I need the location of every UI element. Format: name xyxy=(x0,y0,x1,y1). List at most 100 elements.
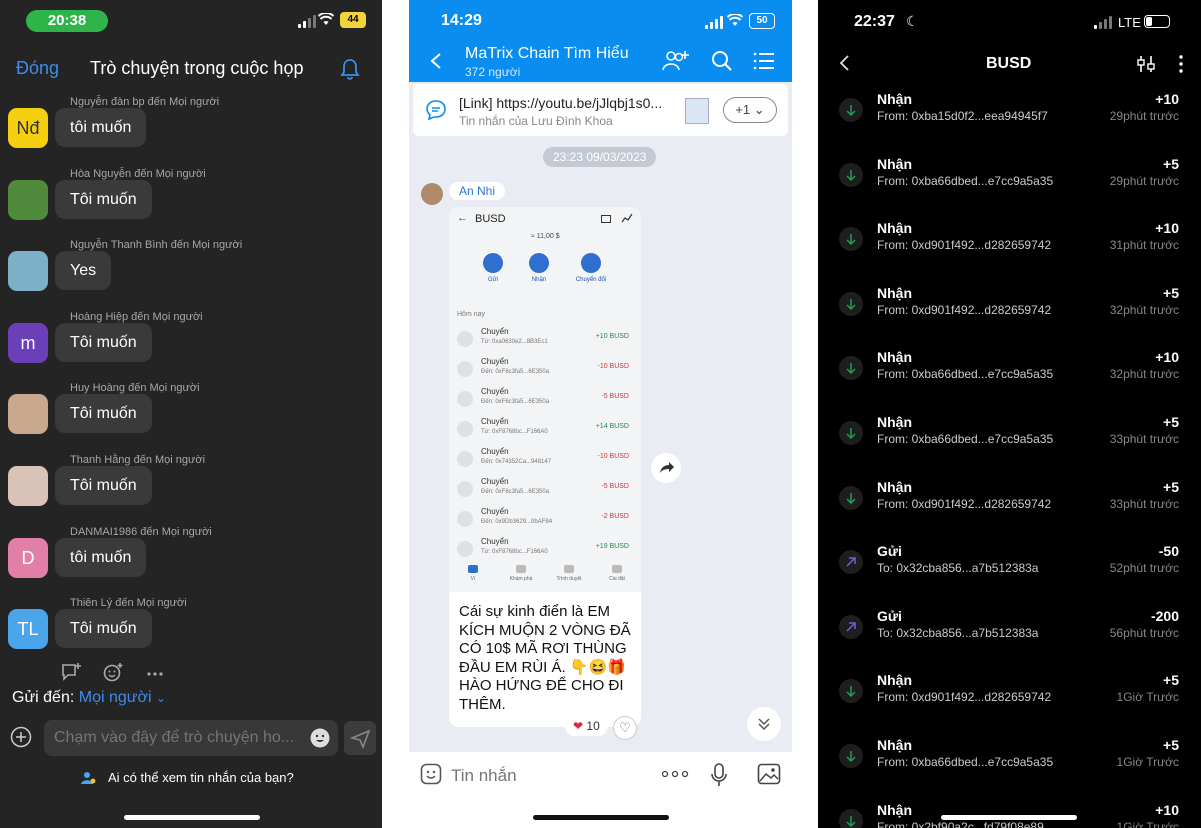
transaction-address: From: 0x2bf90a2c...fd79f08e89 xyxy=(877,819,1044,828)
avatar[interactable] xyxy=(8,394,48,435)
avatar[interactable]: D xyxy=(8,537,48,578)
image-icon[interactable] xyxy=(757,763,781,785)
transaction-time: 1Giờ Trước xyxy=(1116,690,1179,705)
transaction-kind: Nhận xyxy=(877,672,912,689)
chat-input[interactable] xyxy=(44,720,338,756)
bell-icon[interactable] xyxy=(340,58,360,80)
share-icon xyxy=(660,462,674,473)
transaction-amount: +5 xyxy=(1163,284,1179,301)
chat-header: Đóng Trò chuyện trong cuộc họp xyxy=(0,52,382,88)
like-button[interactable]: ♡ xyxy=(613,716,637,740)
transaction-row[interactable]: Gửi To: 0x32cba856...a7b512383a -200 56phút… xyxy=(818,608,1201,672)
send-button[interactable] xyxy=(344,721,376,755)
message-input[interactable] xyxy=(451,764,641,788)
avatar[interactable] xyxy=(8,251,48,292)
reaction-count-value: 10 xyxy=(586,719,600,733)
date-separator: 23:23 09/03/2023 xyxy=(543,147,657,167)
transfer-icon xyxy=(457,481,473,497)
share-button[interactable] xyxy=(651,453,681,483)
pinned-more-button[interactable]: +1 ⌄ xyxy=(723,97,777,123)
avatar[interactable]: Nđ xyxy=(8,108,48,148)
transaction-address: Từ: 0xF8768bc...F166A0 xyxy=(481,429,548,435)
message-bubble[interactable]: Tôi muốn xyxy=(55,394,152,434)
add-emoji-icon[interactable] xyxy=(102,662,124,682)
transaction-address: Đến: 0xF6c3fa5...6E350a xyxy=(481,369,550,375)
privacy-link[interactable]: Ai có thể xem tin nhắn của bạn? xyxy=(108,770,294,785)
transaction-row[interactable]: Nhận From: 0xba66dbed...e7cc9a5a35 +5 33phú… xyxy=(818,414,1201,478)
transaction-row[interactable]: Nhận From: 0xba66dbed...e7cc9a5a35 +10 32ph… xyxy=(818,349,1201,413)
emoji-icon[interactable] xyxy=(310,728,330,748)
message-bubble[interactable]: Tôi muốn xyxy=(55,179,152,219)
transaction-amount: +5 xyxy=(1163,737,1179,753)
receive-arrow-icon xyxy=(839,98,863,122)
battery-indicator xyxy=(1144,15,1170,28)
avatar[interactable] xyxy=(421,183,443,205)
avatar[interactable] xyxy=(8,179,48,220)
transaction-address: Đến: 0x74352Ca...948147 xyxy=(481,459,552,465)
pinned-message[interactable]: [Link] https://youtu.be/jJlqbj1s0... Tin… xyxy=(413,84,788,136)
transaction-row[interactable]: Nhận From: 0xd901f492...d282659742 +5 1Giờ … xyxy=(818,672,1201,736)
transaction-kind: Nhận xyxy=(877,801,912,818)
microphone-icon[interactable] xyxy=(710,763,728,787)
back-icon[interactable] xyxy=(838,54,850,72)
send-to-target-dropdown[interactable]: Mọi người xyxy=(79,689,152,706)
attached-screenshot[interactable]: ← BUSD ≈ 11,00 $ Gửi Nhận Chuyển đổi Hôm… xyxy=(449,207,641,592)
message-card[interactable]: ← BUSD ≈ 11,00 $ Gửi Nhận Chuyển đổi Hôm… xyxy=(449,207,641,727)
transaction-row[interactable]: Gửi To: 0x32cba856...a7b512383a -50 52phút … xyxy=(818,543,1201,607)
sticker-icon[interactable] xyxy=(420,763,442,785)
transfer-icon xyxy=(457,391,473,407)
transaction-address: From: 0xd901f492...d282659742 xyxy=(877,302,1052,317)
more-vertical-icon[interactable] xyxy=(1178,54,1184,74)
nav-browser: Trình duyệt xyxy=(545,561,593,591)
scroll-down-button[interactable] xyxy=(747,707,781,741)
avatar[interactable]: m xyxy=(8,322,48,363)
transaction-amount: +10 xyxy=(1155,220,1179,237)
receive-arrow-icon xyxy=(839,227,863,252)
filter-icon[interactable] xyxy=(1136,54,1156,74)
more-icon[interactable] xyxy=(144,662,166,682)
transaction-time: 56phút trước xyxy=(1109,625,1179,640)
close-button[interactable]: Đóng xyxy=(16,58,59,79)
transaction-row[interactable]: Nhận From: 0xba66dbed...e7cc9a5a35 +5 1Giờ … xyxy=(818,737,1201,801)
avatar[interactable]: TL xyxy=(8,609,48,650)
message-bubble[interactable]: Tôi muốn xyxy=(55,609,152,649)
status-time: 22:37 xyxy=(854,13,895,30)
signal-icon xyxy=(1094,15,1112,29)
receive-arrow-icon xyxy=(839,744,863,768)
message-bubble[interactable]: tôi muốn xyxy=(55,537,147,577)
transaction-kind: Chuyển xyxy=(481,507,509,516)
double-chevron-down-icon xyxy=(758,718,770,731)
transaction-kind: Nhận xyxy=(877,220,912,237)
add-reply-icon[interactable] xyxy=(60,662,82,682)
avatar[interactable] xyxy=(8,466,48,506)
search-icon[interactable] xyxy=(711,50,733,72)
receive-arrow-icon xyxy=(839,421,863,445)
home-indicator xyxy=(124,815,260,820)
receive-arrow-icon xyxy=(839,808,863,828)
transaction-row[interactable]: Nhận From: 0xba15d0f2...eea94945f7 +10 29ph… xyxy=(818,91,1201,155)
transaction-kind: Chuyển xyxy=(481,417,509,426)
transaction-row[interactable]: Nhận From: 0xd901f492...d282659742 +5 32phú… xyxy=(818,285,1201,349)
section-label: Hôm nay xyxy=(457,311,486,318)
message-sender: Thiên Lý đến Mọi người xyxy=(70,597,187,610)
chevron-down-icon: ⌄ xyxy=(753,102,765,117)
back-icon[interactable] xyxy=(429,52,443,70)
transaction-address: Từ: 0xF8768bc...F166A0 xyxy=(481,549,548,555)
message-bubble[interactable]: Tôi muốn xyxy=(55,466,152,505)
message-bubble[interactable]: Tôi muốn xyxy=(55,322,152,362)
plus-icon[interactable] xyxy=(10,726,32,748)
message-bubble[interactable]: Yes xyxy=(55,251,112,291)
transaction-row[interactable]: Nhận From: 0xd901f492...d282659742 +5 33phú… xyxy=(818,479,1201,543)
transaction-value: -10 BUSD xyxy=(597,363,629,370)
message-bubble[interactable]: tôi muốn xyxy=(55,108,147,147)
more-icon[interactable] xyxy=(661,770,689,778)
transaction-row: Chuyển Đến: 0xF6c3fa5...6E350a -5 BUSD xyxy=(455,385,635,413)
transaction-row[interactable]: Nhận From: 0xba66dbed...e7cc9a5a35 +5 29phú… xyxy=(818,156,1201,220)
chevron-down-icon[interactable]: ⌄ xyxy=(156,691,166,705)
transaction-row[interactable]: Nhận From: 0xd901f492...d282659742 +10 31ph… xyxy=(818,220,1201,284)
transaction-kind: Nhận xyxy=(877,155,912,172)
reaction-count[interactable]: ❤ 10 xyxy=(565,716,608,736)
nav-explore: Khám phá xyxy=(497,561,545,591)
add-member-icon[interactable] xyxy=(661,48,691,74)
menu-icon[interactable] xyxy=(753,52,775,70)
